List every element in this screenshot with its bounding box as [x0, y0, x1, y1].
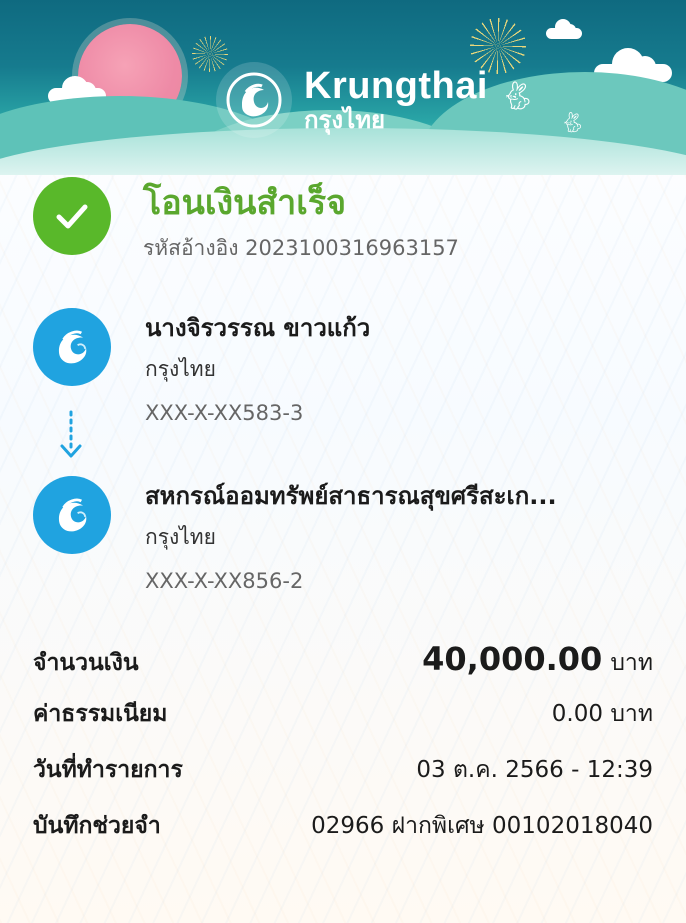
brand-lockup: Krungthai กรุงไทย — [216, 62, 488, 138]
receiver-block: สหกรณ์ออมทรัพย์สาธารณสุขศรีสะเก... กรุงไ… — [33, 476, 557, 596]
receiver-account: XXX-X-XX856-2 — [145, 569, 304, 593]
date-row: วันที่ทำรายการ 03 ต.ค. 2566 - 12:39 — [33, 752, 653, 808]
amount-value: 40,000.00 — [422, 640, 603, 678]
krungthai-logo-icon — [216, 62, 292, 138]
sender-bank: กรุงไทย — [145, 357, 216, 381]
rabbit-icon: 🐇︎ — [560, 110, 586, 134]
header-banner: 🐇︎ 🐇︎ Krungthai กรุงไทย — [0, 0, 686, 175]
amount-row: จำนวนเงิน 40,000.00 บาท — [33, 640, 653, 696]
fee-label: ค่าธรรมเนียม — [33, 701, 168, 727]
check-icon — [33, 177, 111, 255]
receiver-bank: กรุงไทย — [145, 525, 216, 549]
memo-label: บันทึกช่วยจำ — [33, 813, 161, 839]
reference-number: รหัสอ้างอิง 2023100316963157 — [143, 236, 459, 260]
memo-value: 02966 ฝากพิเศษ 00102018040 — [311, 813, 653, 839]
date-value: 03 ต.ค. 2566 - 12:39 — [416, 757, 653, 783]
sender-name: นางจิรวรรณ ขาวแก้ว — [145, 314, 371, 342]
transfer-status: โอนเงินสำเร็จ รหัสอ้างอิง 20231003169631… — [33, 177, 459, 263]
arrow-down-icon — [58, 410, 84, 462]
amount-label: จำนวนเงิน — [33, 650, 139, 676]
fee-value: 0.00 บาท — [551, 701, 653, 727]
brand-name-en: Krungthai — [304, 65, 488, 107]
memo-row: บันทึกช่วยจำ 02966 ฝากพิเศษ 00102018040 — [33, 808, 653, 864]
rabbit-icon: 🐇︎ — [500, 79, 536, 112]
transfer-slip: 🐇︎ 🐇︎ Krungthai กรุงไทย โอนเงินสำเร็จ รห… — [0, 0, 686, 923]
fee-row: ค่าธรรมเนียม 0.00 บาท — [33, 696, 653, 752]
krungthai-logo-icon — [33, 308, 111, 386]
brand-name-th: กรุงไทย — [304, 106, 386, 134]
krungthai-logo-icon — [33, 476, 111, 554]
receiver-name: สหกรณ์ออมทรัพย์สาธารณสุขศรีสะเก... — [145, 482, 557, 510]
sender-account: XXX-X-XX583-3 — [145, 401, 304, 425]
date-label: วันที่ทำรายการ — [33, 757, 183, 783]
cloud-decoration — [546, 19, 582, 39]
transaction-details: จำนวนเงิน 40,000.00 บาท ค่าธรรมเนียม 0.00… — [33, 640, 653, 864]
amount-unit: บาท — [610, 650, 653, 676]
status-title: โอนเงินสำเร็จ — [143, 183, 347, 223]
